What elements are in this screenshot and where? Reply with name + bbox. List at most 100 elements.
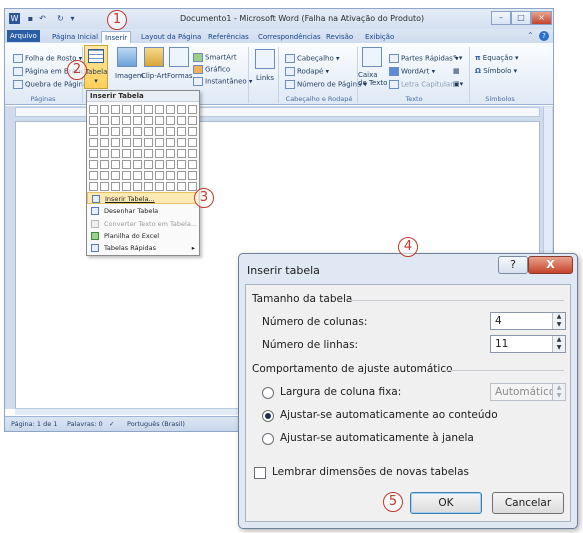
grid-cell[interactable] xyxy=(89,171,98,180)
grid-cell[interactable] xyxy=(89,127,98,136)
links-icon[interactable] xyxy=(255,49,275,69)
grid-cell[interactable] xyxy=(133,171,142,180)
tabela-button[interactable]: Tabela ▾ xyxy=(84,45,108,89)
spin-up-icon[interactable]: ▲ xyxy=(552,336,565,344)
undo-icon[interactable]: ↶ xyxy=(37,13,48,24)
grid-cell[interactable] xyxy=(177,160,186,169)
grid-cell[interactable] xyxy=(133,160,142,169)
help-icon[interactable]: ? xyxy=(539,31,549,41)
grid-cell[interactable] xyxy=(144,138,153,147)
ok-button[interactable]: OK xyxy=(410,492,482,514)
grid-cell[interactable] xyxy=(122,171,131,180)
menu-item-desenhar-tabela[interactable]: Desenhar Tabela xyxy=(87,205,199,217)
grid-cell[interactable] xyxy=(100,182,109,191)
autofit-content-label[interactable]: Ajustar-se automaticamente ao conteúdo xyxy=(280,409,498,421)
grid-cell[interactable] xyxy=(155,160,164,169)
tab-exibicao[interactable]: Exibição xyxy=(362,31,397,43)
grid-cell[interactable] xyxy=(111,160,120,169)
remember-checkbox[interactable] xyxy=(254,467,266,479)
grid-cell[interactable] xyxy=(111,105,120,114)
save-icon[interactable]: ▪ xyxy=(25,13,36,24)
partes-rapidas-button[interactable]: Partes Rápidas ▾ xyxy=(389,54,459,63)
grid-cell[interactable] xyxy=(166,105,175,114)
rows-stepper[interactable]: 11 ▲ ▼ xyxy=(490,335,566,353)
grid-cell[interactable] xyxy=(133,127,142,136)
grid-cell[interactable] xyxy=(133,105,142,114)
grid-cell[interactable] xyxy=(177,127,186,136)
tab-correspondencias[interactable]: Correspondências xyxy=(255,31,324,43)
grid-cell[interactable] xyxy=(155,171,164,180)
grid-cell[interactable] xyxy=(188,105,197,114)
grid-cell[interactable] xyxy=(144,182,153,191)
qat-customize-icon[interactable]: ▾ xyxy=(67,13,78,24)
grid-cell[interactable] xyxy=(122,160,131,169)
grid-cell[interactable] xyxy=(188,116,197,125)
tab-inserir[interactable]: Inserir xyxy=(101,31,132,43)
redo-icon[interactable]: ↻ xyxy=(55,13,66,24)
rodape-button[interactable]: Rodapé ▾ xyxy=(285,67,329,76)
fixed-width-label[interactable]: Largura de coluna fixa: xyxy=(280,386,401,398)
formas-label[interactable]: Formas xyxy=(167,72,193,80)
grid-cell[interactable] xyxy=(122,116,131,125)
grid-cell[interactable] xyxy=(155,116,164,125)
tab-arquivo[interactable]: Arquivo xyxy=(7,30,40,42)
grid-cell[interactable] xyxy=(144,127,153,136)
clipart-icon[interactable] xyxy=(144,47,164,67)
image-icon[interactable] xyxy=(117,47,137,67)
grid-cell[interactable] xyxy=(111,182,120,191)
smartart-button[interactable]: SmartArt xyxy=(193,53,237,62)
remember-label[interactable]: Lembrar dimensões de novas tabelas xyxy=(272,466,469,478)
grid-cell[interactable] xyxy=(100,171,109,180)
minimize-ribbon-icon[interactable]: ⌃ xyxy=(527,31,534,40)
grid-cell[interactable] xyxy=(89,138,98,147)
grid-cell[interactable] xyxy=(89,116,98,125)
grid-cell[interactable] xyxy=(133,138,142,147)
grid-cell[interactable] xyxy=(188,171,197,180)
tab-revisao[interactable]: Revisão xyxy=(323,31,356,43)
spin-down-icon[interactable]: ▼ xyxy=(552,344,565,352)
status-language[interactable]: Português (Brasil) xyxy=(127,420,185,428)
clipart-label[interactable]: Clip-Art xyxy=(141,72,167,80)
radio-fixed-width[interactable] xyxy=(262,387,274,399)
grid-cell[interactable] xyxy=(188,160,197,169)
grid-cell[interactable] xyxy=(111,127,120,136)
grid-cell[interactable] xyxy=(155,105,164,114)
grid-cell[interactable] xyxy=(188,149,197,158)
maximize-icon[interactable]: □ xyxy=(511,11,531,25)
grid-cell[interactable] xyxy=(122,105,131,114)
grid-cell[interactable] xyxy=(144,160,153,169)
close-icon[interactable]: × xyxy=(531,11,552,25)
close-icon[interactable]: X xyxy=(528,256,573,274)
grid-cell[interactable] xyxy=(166,127,175,136)
grid-cell[interactable] xyxy=(155,138,164,147)
grid-cell[interactable] xyxy=(188,127,197,136)
spin-down-icon[interactable]: ▼ xyxy=(552,321,565,329)
grid-cell[interactable] xyxy=(89,105,98,114)
simbolo-button[interactable]: Ω Símbolo ▾ xyxy=(475,67,517,75)
status-page[interactable]: Página: 1 de 1 xyxy=(11,420,57,428)
grid-cell[interactable] xyxy=(100,105,109,114)
grid-cell[interactable] xyxy=(155,182,164,191)
tab-pagina-inicial[interactable]: Página Inicial xyxy=(49,31,101,43)
tab-layout[interactable]: Layout da Página xyxy=(138,31,204,43)
grid-cell[interactable] xyxy=(166,182,175,191)
grafico-button[interactable]: Gráfico xyxy=(193,65,230,74)
grid-cell[interactable] xyxy=(144,149,153,158)
grid-cell[interactable] xyxy=(111,171,120,180)
signature-line-icon[interactable]: ✎▾ xyxy=(453,54,462,62)
autofit-window-label[interactable]: Ajustar-se automaticamente à janela xyxy=(280,432,474,444)
grid-cell[interactable] xyxy=(100,127,109,136)
object-icon[interactable]: ▣▾ xyxy=(453,80,463,88)
grid-cell[interactable] xyxy=(122,182,131,191)
status-words[interactable]: Palavras: 0 xyxy=(67,420,103,428)
grid-cell[interactable] xyxy=(122,138,131,147)
grid-cell[interactable] xyxy=(111,116,120,125)
grid-cell[interactable] xyxy=(89,149,98,158)
numero-pagina-button[interactable]: Número de Página ▾ xyxy=(285,80,367,89)
grid-cell[interactable] xyxy=(89,160,98,169)
grid-cell[interactable] xyxy=(188,182,197,191)
caixa-de-texto-label[interactable]: Caixa de Texto xyxy=(358,71,388,87)
grid-cell[interactable] xyxy=(166,116,175,125)
spin-up-icon[interactable]: ▲ xyxy=(552,313,565,321)
grid-cell[interactable] xyxy=(144,171,153,180)
